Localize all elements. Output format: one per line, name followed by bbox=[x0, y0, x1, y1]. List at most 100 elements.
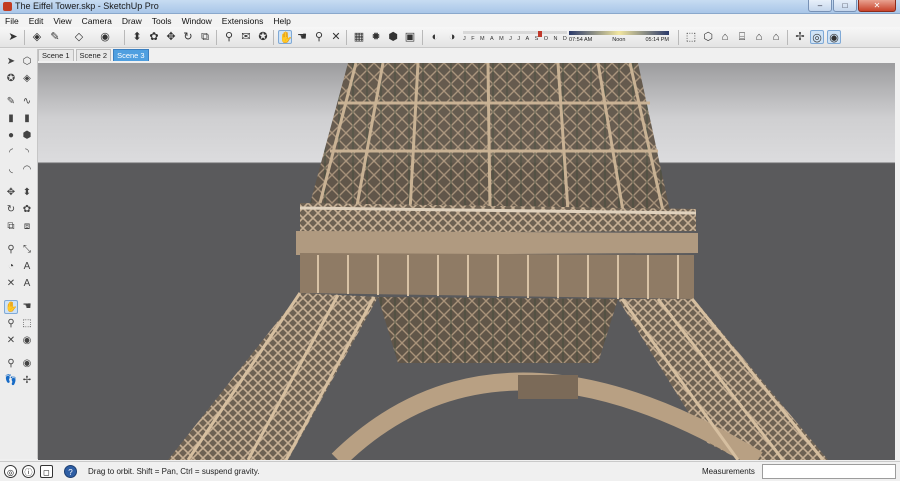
month-track[interactable] bbox=[463, 31, 567, 37]
select-tool-icon[interactable]: ➤ bbox=[6, 30, 20, 44]
circle-tool-icon[interactable]: ◉ bbox=[98, 30, 112, 44]
paint-bucket-icon[interactable]: ✪ bbox=[4, 72, 18, 86]
look-around-tool-icon[interactable]: ◉ bbox=[827, 30, 841, 44]
paint-bucket-icon[interactable]: ✪ bbox=[256, 30, 270, 44]
menu-camera[interactable]: Camera bbox=[77, 16, 117, 26]
menu-extensions[interactable]: Extensions bbox=[217, 16, 269, 26]
line-tool-icon[interactable]: ✎ bbox=[4, 95, 18, 109]
zoom-extents-icon[interactable]: ✕ bbox=[4, 334, 18, 348]
eraser-tool-icon[interactable]: ◈ bbox=[20, 72, 34, 86]
zoom-tool-icon[interactable]: ⚲ bbox=[4, 317, 18, 331]
three-point-arc-icon[interactable]: ◟ bbox=[4, 163, 18, 177]
toolbar-separator bbox=[124, 30, 125, 45]
position-camera-icon[interactable]: ✢ bbox=[793, 30, 807, 44]
make-component-icon[interactable]: ⬡ bbox=[20, 55, 34, 69]
follow-me-tool-icon[interactable]: ✿ bbox=[147, 30, 161, 44]
3d-text-icon[interactable]: A bbox=[20, 277, 34, 291]
back-view-icon[interactable]: ⌂ bbox=[769, 30, 783, 44]
layout-icon[interactable]: ▣ bbox=[403, 30, 417, 44]
extension-warehouse-icon[interactable]: ✹ bbox=[369, 30, 383, 44]
zoom-tool-icon[interactable]: ⚲ bbox=[312, 30, 326, 44]
look-around-icon[interactable]: ◉ bbox=[20, 357, 34, 371]
arc-tool-icon[interactable]: ◜ bbox=[4, 146, 18, 160]
geo-location-icon[interactable]: ◎ bbox=[4, 465, 17, 478]
credits-icon[interactable]: ⓘ bbox=[22, 465, 35, 478]
orbit-tool-icon[interactable]: ✋ bbox=[4, 300, 18, 314]
two-point-arc-icon[interactable]: ◝ bbox=[20, 146, 34, 160]
warehouse-icon[interactable]: ▦ bbox=[352, 30, 366, 44]
shadows-toggle-icon[interactable]: ◐ bbox=[428, 30, 442, 44]
toolbar-separator bbox=[24, 30, 25, 45]
menu-window[interactable]: Window bbox=[177, 16, 217, 26]
rotated-rectangle-icon[interactable]: ▮ bbox=[20, 112, 34, 126]
model-viewport[interactable] bbox=[38, 63, 895, 460]
tab-scene-3[interactable]: Scene 3 bbox=[113, 49, 149, 61]
pan-tool-icon[interactable]: ☚ bbox=[295, 30, 309, 44]
freehand-tool-icon[interactable]: ∿ bbox=[20, 95, 34, 109]
walk-tool-icon[interactable]: ◎ bbox=[810, 30, 824, 44]
scale-tool-icon[interactable]: ⧉ bbox=[4, 220, 18, 234]
protractor-tool-icon[interactable]: ◔ bbox=[4, 260, 18, 274]
shapes-tool-icon[interactable]: ◇ bbox=[72, 30, 86, 44]
push-pull-tool-icon[interactable]: ⬍ bbox=[130, 30, 144, 44]
toolbar-separator bbox=[273, 30, 274, 45]
close-button[interactable]: ✕ bbox=[858, 0, 896, 12]
previous-view-icon[interactable]: ◉ bbox=[20, 334, 34, 348]
menu-draw[interactable]: Draw bbox=[117, 16, 147, 26]
top-view-icon[interactable]: ⌸ bbox=[735, 30, 749, 44]
rectangle-tool-icon[interactable]: ▮ bbox=[4, 112, 18, 126]
follow-me-tool-icon[interactable]: ✿ bbox=[20, 203, 34, 217]
zoom-extents-icon[interactable]: ✕ bbox=[329, 30, 343, 44]
help-icon[interactable]: ? bbox=[64, 465, 77, 478]
tab-scene-1[interactable]: Scene 1 bbox=[38, 49, 74, 61]
front-view-icon[interactable]: ⌂ bbox=[752, 30, 766, 44]
menu-view[interactable]: View bbox=[48, 16, 76, 26]
fog-toggle-icon[interactable]: ◑ bbox=[445, 30, 459, 44]
rotate-tool-icon[interactable]: ↻ bbox=[4, 203, 18, 217]
polygon-tool-icon[interactable]: ⬢ bbox=[20, 129, 34, 143]
pie-tool-icon[interactable]: ◠ bbox=[20, 163, 34, 177]
minimize-button[interactable]: – bbox=[808, 0, 832, 12]
walk-tool-icon[interactable]: 👣 bbox=[4, 374, 18, 388]
pan-tool-icon[interactable]: ☚ bbox=[20, 300, 34, 314]
zoom-window-icon[interactable]: ⬚ bbox=[20, 317, 34, 331]
move-tool-icon[interactable]: ✥ bbox=[164, 30, 178, 44]
xray-style-icon[interactable]: ⬚ bbox=[684, 30, 698, 44]
tape-measure-icon[interactable]: ⚲ bbox=[222, 30, 236, 44]
menu-help[interactable]: Help bbox=[268, 16, 295, 26]
text-tool-icon[interactable]: ✉ bbox=[239, 30, 253, 44]
tab-scene-2[interactable]: Scene 2 bbox=[75, 49, 112, 61]
push-pull-tool-icon[interactable]: ⬍ bbox=[20, 186, 34, 200]
rotate-tool-icon[interactable]: ↻ bbox=[181, 30, 195, 44]
axes-tool-icon[interactable]: ✕ bbox=[4, 277, 18, 291]
move-tool-icon[interactable]: ✥ bbox=[4, 186, 18, 200]
scale-tool-icon[interactable]: ⧉ bbox=[198, 30, 212, 44]
measurements-field[interactable] bbox=[762, 464, 896, 479]
tape-measure-icon[interactable]: ⚲ bbox=[4, 243, 18, 257]
toolbar-separator bbox=[346, 30, 347, 45]
orbit-tool-icon[interactable]: ✋ bbox=[278, 30, 293, 44]
circle-tool-icon[interactable]: ● bbox=[4, 129, 18, 143]
user-icon[interactable]: ◻ bbox=[40, 465, 53, 478]
menu-edit[interactable]: Edit bbox=[24, 16, 49, 26]
dimension-tool-icon[interactable]: ⤡ bbox=[20, 243, 34, 257]
iso-view-icon[interactable]: ⌂ bbox=[718, 30, 732, 44]
shadow-month-slider[interactable]: J F M A M J J A S O N D bbox=[463, 30, 567, 46]
month-label: D bbox=[562, 36, 567, 42]
select-tool-icon[interactable]: ➤ bbox=[4, 55, 18, 69]
eiffel-tower-model[interactable] bbox=[38, 63, 895, 460]
shadow-time-slider[interactable]: 07:54 AM Noon 05:14 PM bbox=[569, 30, 669, 46]
wireframe-style-icon[interactable]: ⬡ bbox=[701, 30, 715, 44]
maximize-button[interactable]: □ bbox=[833, 0, 857, 12]
text-tool-icon[interactable]: A bbox=[20, 260, 34, 274]
pencil-tool-icon[interactable]: ✎ bbox=[48, 30, 62, 44]
menu-file[interactable]: File bbox=[0, 16, 24, 26]
menu-tools[interactable]: Tools bbox=[147, 16, 177, 26]
time-track[interactable] bbox=[569, 31, 669, 35]
center-lattice bbox=[378, 297, 618, 363]
section-plane-icon[interactable]: ✢ bbox=[20, 374, 34, 388]
share-model-icon[interactable]: ⬢ bbox=[386, 30, 400, 44]
position-camera-icon[interactable]: ⚲ bbox=[4, 357, 18, 371]
offset-tool-icon[interactable]: ⧈ bbox=[20, 220, 34, 234]
eraser-tool-icon[interactable]: ◈ bbox=[30, 30, 44, 44]
